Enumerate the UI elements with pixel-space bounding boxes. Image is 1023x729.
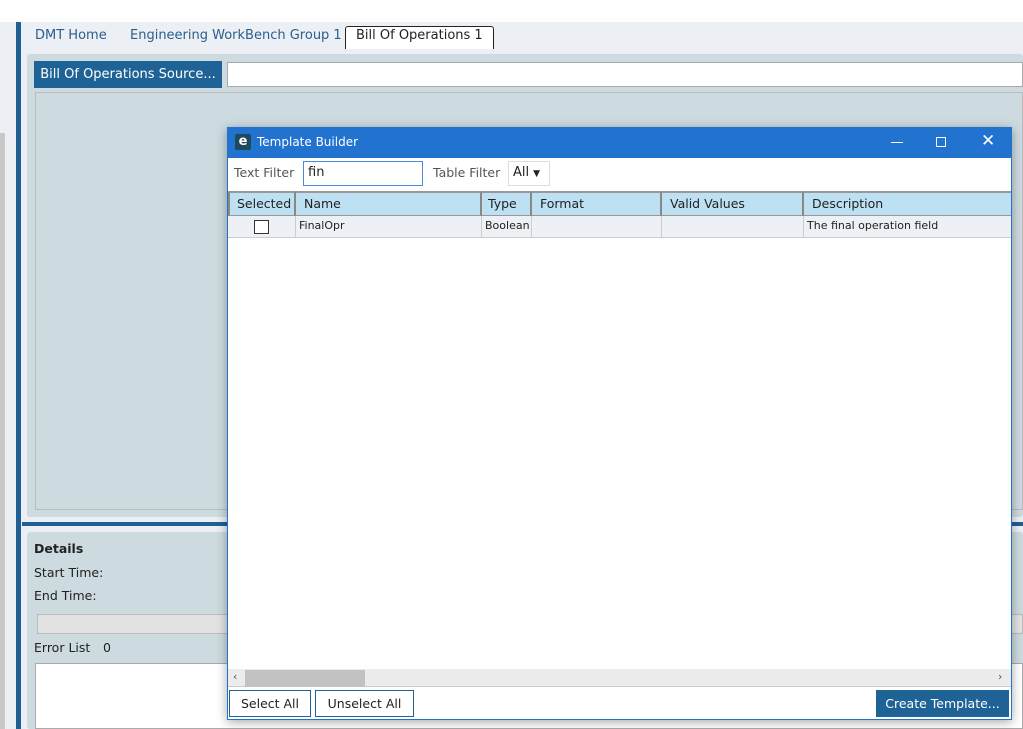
text-filter-input[interactable]: fin [303, 161, 423, 186]
chevron-down-icon: ▼ [533, 169, 541, 179]
tab-engineering-workbench[interactable]: Engineering WorkBench Group 1 [130, 28, 342, 43]
create-template-button[interactable]: Create Template... [876, 690, 1009, 717]
left-accent-bar [16, 22, 21, 729]
end-time-label: End Time: [34, 588, 97, 603]
close-icon[interactable]: ✕ [981, 131, 995, 151]
column-header-selected[interactable]: Selected [228, 191, 296, 216]
maximize-icon[interactable] [936, 137, 946, 147]
column-header-description[interactable]: Description [804, 191, 1011, 216]
details-title: Details [34, 541, 84, 556]
minimize-icon[interactable] [891, 142, 903, 143]
row-checkbox[interactable] [254, 220, 269, 234]
scroll-right-icon[interactable]: › [998, 670, 1002, 683]
tab-dmt-home[interactable]: DMT Home [35, 28, 107, 43]
error-count: 0 [103, 640, 111, 655]
column-header-type[interactable]: Type [482, 191, 532, 216]
bill-of-operations-source-button[interactable]: Bill Of Operations Source... [34, 61, 222, 88]
start-time-label: Start Time: [34, 565, 104, 580]
column-header-name[interactable]: Name [296, 191, 482, 216]
tab-bill-of-operations[interactable]: Bill Of Operations 1 [345, 26, 494, 49]
table-filter-value: All [513, 165, 530, 180]
scroll-left-icon[interactable]: ‹ [233, 670, 237, 683]
row-type: Boolean [482, 216, 532, 238]
select-all-button[interactable]: Select All [229, 690, 311, 717]
row-selected-cell [228, 216, 296, 238]
app-logo-icon: e [235, 134, 251, 150]
table-filter-select[interactable]: All ▼ [508, 161, 550, 186]
row-description: The final operation field [804, 216, 1011, 238]
row-name: FinalOpr [296, 216, 482, 238]
dialog-title: Template Builder [257, 135, 359, 149]
left-gray-strip [0, 133, 5, 729]
text-filter-label: Text Filter [234, 165, 295, 180]
unselect-all-button[interactable]: Unselect All [315, 690, 414, 717]
scrollbar-thumb[interactable] [245, 670, 365, 687]
column-header-format[interactable]: Format [532, 191, 662, 216]
row-format [532, 216, 662, 238]
row-valid-values [662, 216, 804, 238]
table-filter-label: Table Filter [433, 165, 501, 180]
column-header-valid-values[interactable]: Valid Values [662, 191, 804, 216]
source-path-input[interactable] [227, 62, 1023, 87]
error-list-label: Error List [34, 640, 91, 655]
